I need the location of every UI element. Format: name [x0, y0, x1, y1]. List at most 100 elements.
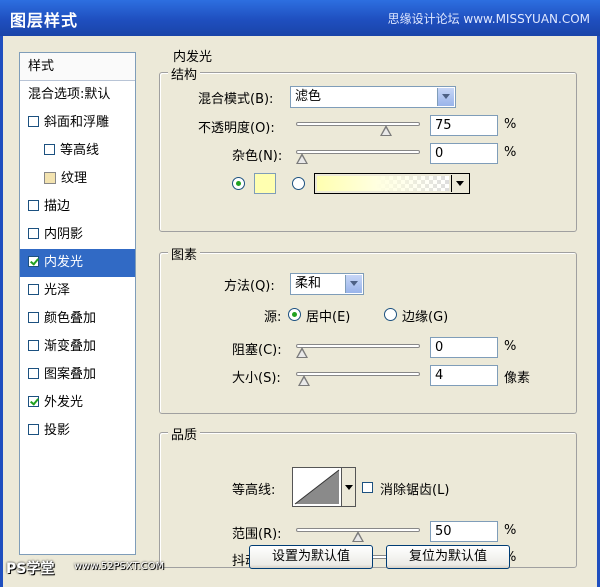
- style-checkbox[interactable]: [28, 284, 39, 295]
- source-center-radio[interactable]: [288, 308, 301, 321]
- quality-group-title: 品质: [168, 424, 201, 443]
- structure-group: 结构 混合模式(B): 滤色 不透明度(O): 75 % 杂色(N): 0 %: [159, 64, 577, 232]
- style-list-item[interactable]: 斜面和浮雕: [20, 109, 135, 137]
- style-checkbox[interactable]: [28, 256, 39, 267]
- technique-label: 方法(Q):: [224, 279, 275, 294]
- choke-slider-track[interactable]: [296, 344, 420, 348]
- style-list-item[interactable]: 外发光: [20, 389, 135, 417]
- style-checkbox[interactable]: [28, 116, 39, 127]
- style-list-item[interactable]: 颜色叠加: [20, 305, 135, 333]
- antialias-label[interactable]: 消除锯齿(L): [380, 479, 449, 498]
- choke-input[interactable]: 0: [430, 337, 498, 358]
- style-list-item[interactable]: 图案叠加: [20, 361, 135, 389]
- style-list-item[interactable]: 光泽: [20, 277, 135, 305]
- choke-slider-thumb[interactable]: [296, 347, 308, 359]
- glow-color-swatch[interactable]: [254, 173, 276, 194]
- range-slider-thumb[interactable]: [352, 531, 364, 543]
- technique-value: 柔和: [295, 276, 322, 291]
- title-bar[interactable]: 图层样式 思缘设计论坛 www.MISSYUAN.COM: [0, 0, 600, 36]
- style-list-item[interactable]: 内阴影: [20, 221, 135, 249]
- structure-group-title: 结构: [168, 64, 201, 83]
- style-list-item[interactable]: 投影: [20, 417, 135, 445]
- corner-logo: PS学堂 www.52PSXT.COM: [0, 553, 210, 587]
- size-input[interactable]: 4: [430, 365, 498, 386]
- noise-slider-thumb[interactable]: [296, 153, 308, 165]
- style-checkbox[interactable]: [28, 396, 39, 407]
- dialog-body: 样式 混合选项:默认斜面和浮雕等高线纹理描边内阴影内发光光泽颜色叠加渐变叠加图案…: [0, 36, 600, 587]
- texture-swatch-icon[interactable]: [44, 172, 56, 184]
- style-list-item[interactable]: 渐变叠加: [20, 333, 135, 361]
- chevron-down-icon[interactable]: [342, 467, 356, 507]
- source-label: 源:: [264, 310, 282, 325]
- style-list-item[interactable]: 描边: [20, 193, 135, 221]
- gradient-preview: [317, 176, 449, 191]
- source-edge-label[interactable]: 边缘(G): [402, 306, 448, 325]
- style-checkbox[interactable]: [44, 144, 55, 155]
- source-edge-radio[interactable]: [384, 308, 397, 321]
- gradient-picker[interactable]: [314, 173, 470, 194]
- style-list-item[interactable]: 等高线: [20, 137, 135, 165]
- style-list-label: 混合选项:默认: [28, 87, 111, 102]
- style-list-label: 内阴影: [44, 227, 84, 242]
- window-title: 图层样式: [10, 11, 79, 30]
- style-list-label: 纹理: [61, 171, 88, 186]
- logo-brand: PS学堂: [6, 561, 55, 577]
- style-checkbox[interactable]: [28, 340, 39, 351]
- style-list-label: 描边: [44, 199, 71, 214]
- style-checkbox[interactable]: [28, 368, 39, 379]
- watermark-text: 思缘设计论坛 www.MISSYUAN.COM: [387, 12, 590, 26]
- contour-picker[interactable]: [292, 467, 342, 507]
- gradient-radio[interactable]: [292, 177, 305, 190]
- style-list-label: 光泽: [44, 283, 71, 298]
- size-slider-thumb[interactable]: [298, 375, 311, 387]
- opacity-input[interactable]: 75: [430, 115, 498, 136]
- source-center-label[interactable]: 居中(E): [306, 306, 350, 325]
- choke-unit: %: [504, 339, 517, 354]
- elements-group-title: 图素: [168, 244, 201, 263]
- linear-contour-icon: [294, 469, 340, 505]
- style-list-label: 渐变叠加: [44, 339, 97, 354]
- style-list-label: 投影: [44, 423, 71, 438]
- chevron-down-icon[interactable]: [451, 175, 468, 192]
- opacity-slider-track[interactable]: [296, 122, 420, 126]
- opacity-slider-thumb[interactable]: [380, 125, 392, 137]
- noise-input[interactable]: 0: [430, 143, 498, 164]
- opacity-unit: %: [504, 117, 517, 132]
- style-list-item[interactable]: 纹理: [20, 165, 135, 193]
- technique-select[interactable]: 柔和: [290, 273, 364, 295]
- style-checkbox[interactable]: [28, 228, 39, 239]
- size-slider-track[interactable]: [296, 372, 420, 376]
- style-list-label: 图案叠加: [44, 367, 97, 382]
- reset-default-button[interactable]: 复位为默认值: [386, 545, 510, 569]
- style-list-label: 颜色叠加: [44, 311, 97, 326]
- range-input[interactable]: 50: [430, 521, 498, 542]
- style-checkbox[interactable]: [28, 312, 39, 323]
- style-list: 样式 混合选项:默认斜面和浮雕等高线纹理描边内阴影内发光光泽颜色叠加渐变叠加图案…: [19, 52, 136, 555]
- noise-slider-track[interactable]: [296, 150, 420, 154]
- chevron-down-icon: [437, 88, 454, 106]
- logo-url: www.52PSXT.COM: [74, 561, 165, 572]
- noise-unit: %: [504, 145, 517, 160]
- opacity-label: 不透明度(O):: [198, 121, 275, 136]
- style-checkbox[interactable]: [28, 424, 39, 435]
- make-default-button[interactable]: 设置为默认值: [249, 545, 373, 569]
- noise-label: 杂色(N):: [232, 149, 283, 164]
- solid-color-radio[interactable]: [232, 177, 245, 190]
- blend-mode-value: 滤色: [295, 89, 322, 104]
- blend-mode-label: 混合模式(B):: [198, 92, 274, 107]
- style-list-label: 斜面和浮雕: [44, 115, 110, 130]
- antialias-checkbox[interactable]: [362, 482, 373, 493]
- style-list-item[interactable]: 混合选项:默认: [20, 81, 135, 109]
- style-checkbox[interactable]: [28, 200, 39, 211]
- range-label: 范围(R):: [232, 527, 282, 542]
- size-label: 大小(S):: [232, 371, 281, 386]
- range-unit: %: [504, 523, 517, 538]
- style-list-item[interactable]: 内发光: [20, 249, 135, 277]
- blend-mode-select[interactable]: 滤色: [290, 86, 456, 108]
- style-list-header[interactable]: 样式: [20, 53, 135, 81]
- contour-label: 等高线:: [232, 483, 276, 498]
- style-list-label: 外发光: [44, 395, 84, 410]
- style-list-label: 内发光: [44, 255, 84, 270]
- choke-label: 阻塞(C):: [232, 343, 282, 358]
- style-list-label: 等高线: [60, 143, 100, 158]
